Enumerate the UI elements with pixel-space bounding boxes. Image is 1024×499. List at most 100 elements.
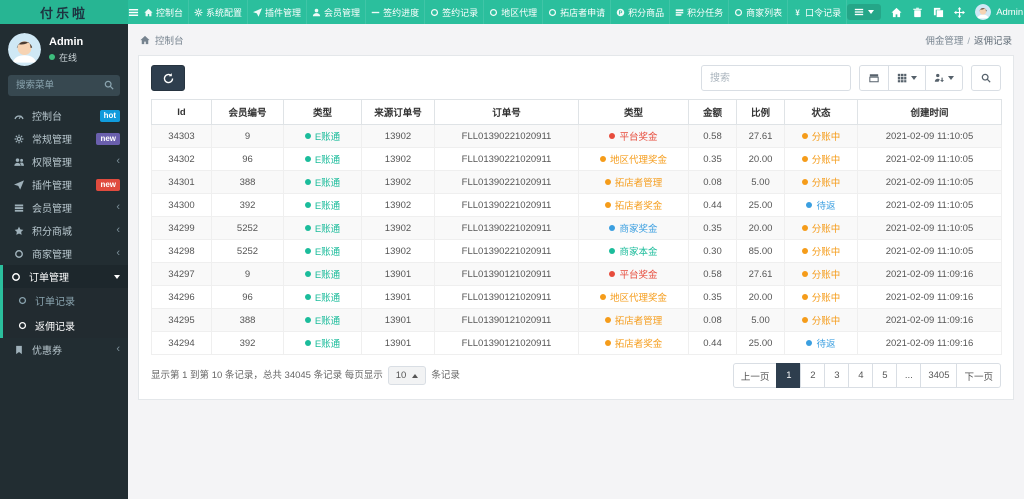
page-button-...[interactable]: ... — [896, 363, 922, 388]
chevron-left-icon: ‹ — [116, 247, 120, 259]
sidebar-subitem-订单记录[interactable]: 订单记录 — [3, 288, 128, 313]
sidebar-item-商家管理[interactable]: 商家管理 ‹ — [3, 242, 128, 265]
cell-order: FLL01390121020911 — [434, 308, 579, 332]
page-button-2[interactable]: 2 — [800, 363, 826, 388]
status-dot-icon — [801, 225, 808, 231]
table-row[interactable]: 34294 392 E账通 13901 FLL01390121020911 拓店者奖金 0.… — [151, 331, 1002, 355]
column-header[interactable]: 订单号 — [434, 99, 579, 125]
column-header[interactable]: 状态 — [784, 99, 858, 125]
breadcrumb-parent[interactable]: 佣金管理 — [925, 36, 963, 47]
column-header[interactable]: 比例 — [736, 99, 785, 125]
clear-cache-icon[interactable] — [933, 7, 944, 18]
cell-source: 13902 — [361, 124, 435, 148]
menu-item-label: 签约记录 — [442, 7, 479, 18]
topbar-menu-item[interactable]: P 积分商品 — [611, 0, 671, 24]
cell-member: 388 — [211, 170, 284, 194]
topbar-menu-item[interactable]: ¥ 口令记录 — [788, 0, 848, 24]
sidebar-toggle-button[interactable] — [128, 0, 139, 24]
sidebar-subitem-返佣记录[interactable]: 返佣记录 — [3, 313, 128, 338]
sidebar-item-常规管理[interactable]: 常规管理 new — [3, 127, 128, 150]
topbar-menu-item[interactable]: 会员管理 — [307, 0, 367, 24]
page-button-4[interactable]: 4 — [848, 363, 874, 388]
advanced-search-button[interactable] — [971, 65, 1001, 91]
username: Admin — [996, 6, 1024, 18]
topbar-menu-item[interactable]: 商家列表 — [729, 0, 789, 24]
table-search-input[interactable] — [701, 65, 851, 91]
topbar-menu-item[interactable]: 签约进度 — [366, 0, 426, 24]
column-header[interactable]: 类型 — [578, 99, 689, 125]
page-size-select[interactable]: 10 — [387, 366, 427, 385]
topbar-menu-item[interactable]: 拓店者申请 — [543, 0, 612, 24]
column-header[interactable]: 金额 — [688, 99, 737, 125]
cell-amount: 0.44 — [688, 193, 737, 217]
cell: E账通 — [283, 193, 362, 217]
cell: 拓店者奖金 — [578, 193, 689, 217]
topbar-menu-item[interactable]: 积分任务 — [670, 0, 730, 24]
status-dot-icon — [304, 317, 311, 323]
table-row[interactable]: 34300 392 E账通 13902 FLL01390221020911 拓店者奖金 0.… — [151, 193, 1002, 217]
table-row[interactable]: 34302 96 E账通 13902 FLL01390221020911 地区代理奖金 0.… — [151, 147, 1002, 171]
column-header[interactable]: 类型 — [283, 99, 362, 125]
breadcrumb-left[interactable]: 控制台 — [155, 33, 184, 47]
table-footer: 显示第 1 到第 10 条记录，总共 34045 条记录 每页显示 10 条记录 上… — [151, 363, 1001, 388]
cell: E账通 — [283, 262, 362, 286]
sidebar-item-优惠券[interactable]: 优惠券 ‹ — [3, 338, 128, 361]
columns-button[interactable] — [888, 65, 926, 91]
sidebar-item-积分商城[interactable]: 积分商城 ‹ — [3, 219, 128, 242]
menu-item-label: 商家列表 — [746, 7, 783, 18]
export-button[interactable] — [925, 65, 963, 91]
column-header[interactable]: 会员编号 — [211, 99, 284, 125]
table-toolbar — [151, 65, 1001, 91]
column-header[interactable]: 创建时间 — [857, 99, 1002, 125]
cell-order: FLL01390121020911 — [434, 262, 579, 286]
nav-more-dropdown[interactable] — [847, 4, 882, 20]
page-button-1[interactable]: 1 — [776, 363, 802, 388]
sidebar-item-控制台[interactable]: 控制台 hot — [3, 104, 128, 127]
page-button-5[interactable]: 5 — [872, 363, 898, 388]
table-icon — [13, 203, 25, 213]
column-header[interactable]: 来源订单号 — [361, 99, 435, 125]
trash-icon[interactable] — [912, 7, 923, 18]
cell: E账通 — [283, 147, 362, 171]
page-button-3[interactable]: 3 — [824, 363, 850, 388]
topbar-menu-item[interactable]: 地区代理 — [484, 0, 544, 24]
avatar[interactable] — [8, 33, 41, 66]
gauge-icon — [13, 111, 25, 121]
table-row[interactable]: 34295 388 E账通 13901 FLL01390121020911 拓店者管理 0.… — [151, 308, 1002, 332]
topbar-menu-item[interactable]: 控制台 — [139, 0, 190, 24]
user-menu[interactable]: Admin — [975, 4, 1023, 20]
page-button-上一页[interactable]: 上一页 — [732, 363, 778, 388]
table-row[interactable]: 34297 9 E账通 13901 FLL01390121020911 平台奖金 0.58 2… — [151, 262, 1002, 286]
sidebar-item-label: 商家管理 — [32, 250, 72, 261]
table-row[interactable]: 34299 5252 E账通 13902 FLL01390221020911 商家奖金 0.… — [151, 216, 1002, 240]
topbar-menu-item[interactable]: 系统配置 — [189, 0, 249, 24]
cell: E账通 — [283, 124, 362, 148]
status-dot-icon — [604, 317, 611, 323]
app-logo[interactable]: 付乐啦 — [0, 0, 128, 24]
refresh-button[interactable] — [151, 65, 185, 91]
home-icon[interactable] — [891, 7, 902, 18]
topbar-menu-item[interactable]: 插件管理 — [248, 0, 308, 24]
sidebar-subitem-label: 订单记录 — [35, 297, 75, 308]
sidebar-item-会员管理[interactable]: 会员管理 ‹ — [3, 196, 128, 219]
svg-text:P: P — [619, 10, 623, 16]
sidebar-item-权限管理[interactable]: 权限管理 ‹ — [3, 150, 128, 173]
fullscreen-icon[interactable] — [954, 6, 966, 18]
status-dot-icon — [304, 248, 311, 254]
cell: 分账中 — [784, 262, 858, 286]
page-button-3405[interactable]: 3405 — [920, 363, 958, 388]
table-row[interactable]: 34298 5252 E账通 13902 FLL01390221020911 商家本金 0.… — [151, 239, 1002, 263]
breadcrumb-current[interactable]: 返佣记录 — [974, 36, 1012, 47]
table-row[interactable]: 34301 388 E账通 13902 FLL01390221020911 拓店者管理 0.… — [151, 170, 1002, 194]
sidebar-item-订单管理[interactable]: 订单管理 — [3, 265, 128, 288]
table-row[interactable]: 34303 9 E账通 13902 FLL01390221020911 平台奖金 0.58 2… — [151, 124, 1002, 148]
top-navbar: 付乐啦 控制台 系统配置 插件管理 会员管理 签约进度 签约记录 地区代理 拓店者申请 P 积分商… — [0, 0, 1024, 24]
toggle-view-button[interactable] — [859, 65, 889, 91]
table-row[interactable]: 34296 96 E账通 13901 FLL01390121020911 地区代理奖金 0.… — [151, 285, 1002, 309]
cell-member: 5252 — [211, 216, 284, 240]
cell-ratio: 85.00 — [736, 239, 785, 263]
column-header[interactable]: Id — [151, 99, 212, 125]
sidebar-item-插件管理[interactable]: 插件管理 new — [3, 173, 128, 196]
topbar-menu-item[interactable]: 签约记录 — [425, 0, 485, 24]
page-button-下一页[interactable]: 下一页 — [956, 363, 1001, 388]
